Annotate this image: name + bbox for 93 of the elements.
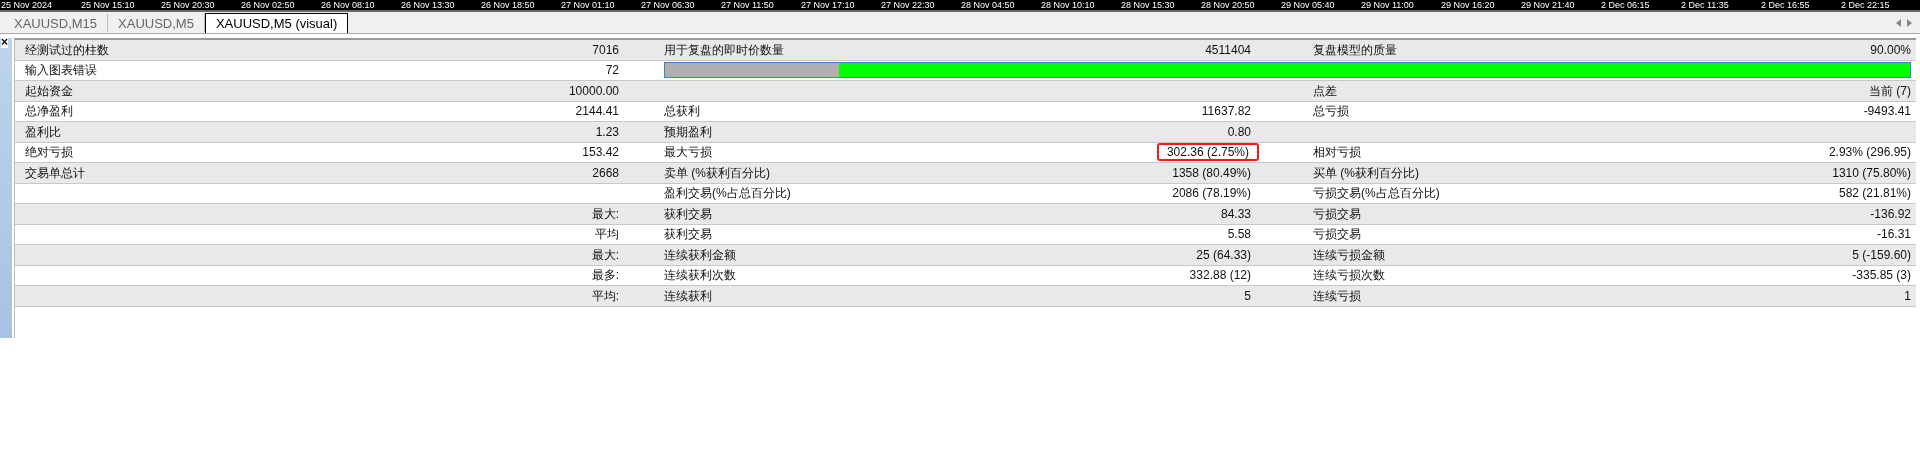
stat-value: 10000.00 (568, 82, 619, 100)
stat-value: -16.31 (1876, 226, 1911, 244)
time-label: 28 Nov 20:50 (1201, 0, 1256, 10)
stat-value: 25 (64.33) (1196, 246, 1251, 264)
stat-value: 5 (1244, 287, 1251, 305)
time-label: 2 Dec 22:15 (1841, 0, 1891, 10)
time-label: 26 Nov 18:50 (481, 0, 536, 10)
scroll-right-icon[interactable] (1907, 18, 1912, 27)
stat-value: 1.23 (595, 123, 619, 141)
time-label: 29 Nov 11:00 (1361, 0, 1415, 10)
time-label: 2 Dec 16:55 (1761, 0, 1811, 10)
stat-value: 平均: (591, 287, 619, 305)
stat-label: 连续亏损 (1313, 287, 1361, 305)
time-label: 28 Nov 10:10 (1041, 0, 1096, 10)
stat-label: 亏损交易 (1313, 205, 1361, 223)
stat-value: -9493.41 (1863, 103, 1911, 121)
stat-value: 332.88 (12) (1189, 267, 1251, 285)
time-label: 27 Nov 06:30 (641, 0, 696, 10)
chart-tab[interactable]: XAUUSD,M5 (visual) (204, 13, 349, 33)
stat-value: 2.93% (296.95) (1828, 144, 1911, 162)
stat-value: -136.92 (1870, 205, 1911, 223)
stat-label: 交易单总计 (25, 164, 85, 182)
close-button[interactable]: × (1, 36, 8, 48)
stat-value: 4511404 (1205, 41, 1251, 59)
stat-value: 5 (-159.60) (1852, 246, 1911, 264)
time-label: 28 Nov 04:50 (961, 0, 1016, 10)
stat-value: 最大: (591, 205, 619, 223)
stat-label: 用于复盘的即时价数量 (664, 41, 784, 59)
stat-value: 1 (1904, 287, 1911, 305)
stat-value: 2086 (78.19%) (1172, 185, 1251, 203)
stat-value: 153.42 (582, 144, 619, 162)
time-label: 26 Nov 13:30 (401, 0, 456, 10)
stat-label: 总净盈利 (25, 103, 73, 121)
stat-label: 绝对亏损 (25, 144, 73, 162)
chart-tab[interactable]: XAUUSD,M15 (4, 14, 109, 32)
time-label: 29 Nov 05:40 (1281, 0, 1336, 10)
stat-label: 总获利 (664, 103, 700, 121)
stat-label: 获利交易 (664, 205, 712, 223)
stat-label: 盈利比 (25, 123, 61, 141)
stat-label: 输入图表错误 (25, 62, 97, 80)
stat-value: 5.58 (1227, 226, 1251, 244)
stat-label: 复盘模型的质量 (1313, 41, 1397, 59)
stat-label: 连续亏损金额 (1313, 246, 1385, 264)
time-label: 27 Nov 22:30 (881, 0, 936, 10)
stat-value: 72 (605, 62, 619, 80)
stat-label: 亏损交易(%占总百分比) (1313, 185, 1440, 203)
stat-value: 当前 (7) (1869, 82, 1911, 100)
time-label: 2 Dec 11:35 (1681, 0, 1730, 10)
stat-value: 90.00% (1870, 41, 1911, 59)
stat-value: 84.33 (1220, 205, 1251, 223)
time-label: 29 Nov 21:40 (1521, 0, 1576, 10)
stat-label: 获利交易 (664, 226, 712, 244)
stat-label: 点差 (1313, 82, 1337, 100)
stat-value: 7016 (592, 41, 619, 59)
stat-label: 连续获利次数 (664, 267, 736, 285)
time-label: 27 Nov 01:10 (561, 0, 616, 10)
stat-value: 平均 (595, 226, 619, 244)
stat-value: 最大: (591, 246, 619, 264)
stat-label: 连续获利金额 (664, 246, 736, 264)
stat-value: 2144.41 (575, 103, 619, 121)
scroll-left-icon[interactable] (1896, 18, 1901, 27)
stat-label: 总亏损 (1313, 103, 1349, 121)
time-label: 26 Nov 02:50 (241, 0, 296, 10)
time-label: 27 Nov 17:10 (801, 0, 856, 10)
chart-tab[interactable]: XAUUSD,M5 (108, 14, 205, 32)
stat-label: 亏损交易 (1313, 226, 1361, 244)
stat-label: 连续获利 (664, 287, 712, 305)
stat-value: 582 (21.81%) (1838, 185, 1911, 203)
time-label: 25 Nov 2024 (1, 0, 54, 10)
stat-value: 0.80 (1227, 123, 1251, 141)
stat-value: 302.36 (2.75%) (1156, 143, 1259, 162)
stat-label: 预期盈利 (664, 123, 712, 141)
stat-value: -335.85 (3) (1852, 267, 1911, 285)
time-label: 26 Nov 08:10 (321, 0, 376, 10)
stat-label: 连续亏损次数 (1313, 267, 1385, 285)
stat-value: 最多: (591, 267, 619, 285)
stat-value: 1310 (75.80%) (1832, 164, 1911, 182)
stat-value: 2668 (592, 164, 619, 182)
stat-label: 买单 (%获利百分比) (1313, 164, 1419, 182)
stat-value: 1358 (80.49%) (1172, 164, 1251, 182)
stat-value: 11637.82 (1201, 103, 1251, 121)
time-label: 25 Nov 20:30 (161, 0, 216, 10)
stat-label: 卖单 (%获利百分比) (664, 164, 770, 182)
time-label: 27 Nov 11:50 (721, 0, 775, 10)
stat-label: 起始资金 (25, 82, 73, 100)
time-label: 25 Nov 15:10 (81, 0, 136, 10)
stat-label: 相对亏损 (1313, 144, 1361, 162)
time-label: 28 Nov 15:30 (1121, 0, 1176, 10)
stat-label: 盈利交易(%占总百分比) (664, 185, 791, 203)
time-label: 2 Dec 06:15 (1601, 0, 1651, 10)
stat-label: 最大亏损 (664, 144, 712, 162)
stat-label: 经测试过的柱数 (25, 41, 109, 59)
time-label: 29 Nov 16:20 (1441, 0, 1496, 10)
